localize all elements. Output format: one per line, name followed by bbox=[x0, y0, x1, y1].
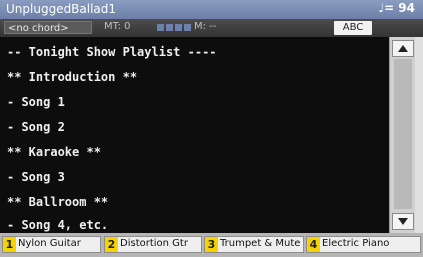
lyrics-line: - Song 3 bbox=[7, 170, 65, 184]
right-edge-strip bbox=[415, 37, 423, 233]
status-bar: <no chord> MT: 0 M: -- ABC bbox=[0, 19, 423, 37]
title-bar: UnpluggedBallad1 ♩= 94 bbox=[0, 0, 423, 19]
tab-label: Trumpet & Mute bbox=[220, 238, 301, 249]
lyrics-line: ** Karaoke ** bbox=[7, 145, 101, 159]
tab-number: 2 bbox=[105, 237, 118, 252]
measure-display: M: -- bbox=[194, 21, 217, 32]
tab-number: 3 bbox=[205, 237, 218, 252]
lyrics-scrollbar[interactable] bbox=[389, 37, 416, 233]
lyrics-line: - Song 4, etc. bbox=[7, 218, 109, 232]
master-transpose: MT: 0 bbox=[104, 21, 131, 32]
beat-square bbox=[166, 24, 173, 31]
beat-square bbox=[175, 24, 182, 31]
arrow-up-icon bbox=[398, 45, 408, 52]
arrow-down-icon bbox=[398, 218, 408, 225]
tab-sound-3[interactable]: 3 Trumpet & Mute bbox=[204, 236, 304, 253]
scroll-track[interactable] bbox=[394, 59, 412, 209]
lyrics-line: -- Tonight Show Playlist ---- bbox=[7, 45, 217, 59]
tab-label: Electric Piano bbox=[322, 238, 390, 249]
beat-indicator bbox=[157, 24, 191, 31]
song-title: UnpluggedBallad1 bbox=[6, 2, 117, 16]
lyrics-line: - Song 2 bbox=[7, 120, 65, 134]
tab-label: Nylon Guitar bbox=[18, 238, 81, 249]
scroll-down-button[interactable] bbox=[392, 213, 414, 230]
sound-tabs: 1 Nylon Guitar 2 Distortion Gtr 3 Trumpe… bbox=[0, 233, 423, 257]
tab-number: 1 bbox=[3, 237, 16, 252]
scroll-up-button[interactable] bbox=[392, 40, 414, 57]
tempo-display[interactable]: ♩= 94 bbox=[378, 1, 415, 15]
beat-square bbox=[184, 24, 191, 31]
lyrics-line: ** Ballroom ** bbox=[7, 195, 109, 209]
tab-sound-2[interactable]: 2 Distortion Gtr bbox=[104, 236, 202, 253]
screen: UnpluggedBallad1 ♩= 94 <no chord> MT: 0 … bbox=[0, 0, 423, 257]
tab-number: 4 bbox=[307, 237, 320, 252]
tab-sound-1[interactable]: 1 Nylon Guitar bbox=[2, 236, 101, 253]
tab-label: Distortion Gtr bbox=[120, 238, 188, 249]
chord-display: <no chord> bbox=[4, 21, 92, 34]
lyrics-area[interactable]: -- Tonight Show Playlist ---- ** Introdu… bbox=[0, 37, 389, 233]
tab-sound-4[interactable]: 4 Electric Piano bbox=[306, 236, 421, 253]
beat-square bbox=[157, 24, 164, 31]
lyrics-line: - Song 1 bbox=[7, 95, 65, 109]
lyrics-line: ** Introduction ** bbox=[7, 70, 138, 84]
abc-button[interactable]: ABC bbox=[334, 21, 372, 35]
